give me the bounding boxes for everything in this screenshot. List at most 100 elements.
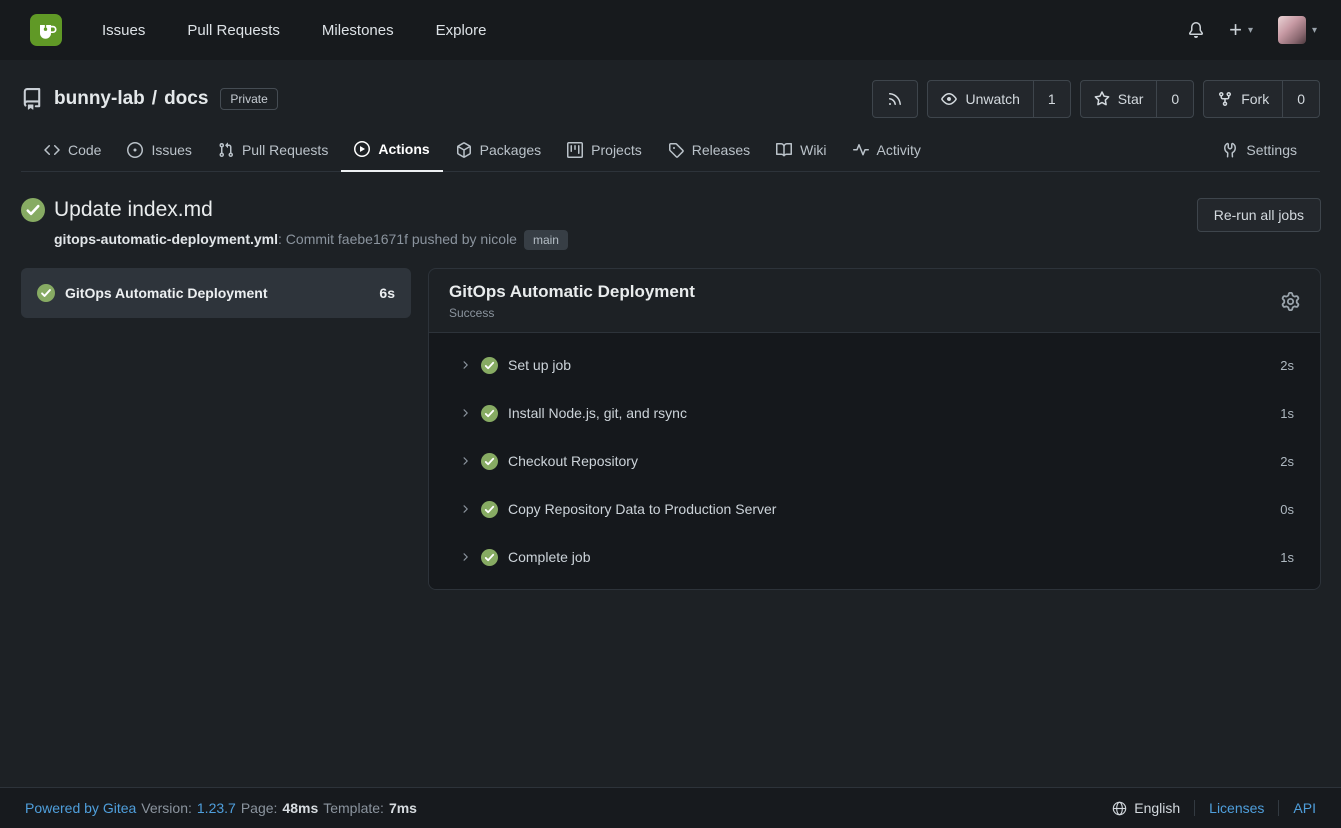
tab-label: Packages [480,142,541,158]
avatar [1278,16,1306,44]
gitea-logo[interactable] [30,14,102,46]
nav-explore[interactable]: Explore [436,22,487,39]
gear-icon[interactable] [1281,292,1300,311]
footer-right: English Licenses API [1112,800,1316,816]
workflow-file-link[interactable]: gitops-automatic-deployment.yml [54,231,278,247]
step-row[interactable]: Complete job 1s [429,533,1320,581]
repo-action-buttons: Unwatch 1 Star 0 Fork 0 [872,80,1320,118]
step-row[interactable]: Copy Repository Data to Production Serve… [429,485,1320,533]
issue-icon [127,142,143,158]
repo-header: bunny-lab / docs Private Unwatch 1 Star … [0,60,1341,172]
commit-prefix: : Commit [278,231,338,247]
chevron-down-icon: ▾ [1248,25,1253,36]
repo-name-link[interactable]: docs [164,88,208,110]
unwatch-button[interactable]: Unwatch 1 [927,80,1070,118]
success-check-icon [481,501,498,518]
chevron-right-icon [459,407,471,419]
star-count[interactable]: 0 [1156,81,1193,117]
tab-pull-requests[interactable]: Pull Requests [205,131,341,171]
tab-packages[interactable]: Packages [443,131,554,171]
template-time: 7ms [389,800,417,816]
project-icon [567,142,583,158]
step-name: Install Node.js, git, and rsync [508,405,1270,421]
create-new-dropdown[interactable]: + ▾ [1229,19,1253,41]
book-icon [776,142,792,158]
tools-icon [1222,142,1238,158]
branch-badge[interactable]: main [524,230,568,250]
repo-owner-link[interactable]: bunny-lab [54,88,145,110]
language-selector[interactable]: English [1112,800,1180,816]
footer-left: Powered by Gitea Version: 1.23.7 Page: 4… [25,800,417,816]
nav-pull-requests[interactable]: Pull Requests [187,22,280,39]
run-title-block: Update index.md gitops-automatic-deploym… [21,198,568,250]
pushed-by-text: pushed by nicole [408,231,517,247]
step-duration: 0s [1280,502,1294,517]
user-menu-dropdown[interactable]: ▾ [1278,16,1317,44]
package-icon [456,142,472,158]
tab-actions[interactable]: Actions [341,131,442,172]
job-status-text: Success [449,306,695,320]
tab-issues[interactable]: Issues [114,131,204,171]
nav-milestones[interactable]: Milestones [322,22,394,39]
tag-icon [668,142,684,158]
star-label: Star [1118,91,1144,107]
commit-sha[interactable]: faebe1671f [338,231,408,247]
success-check-icon [481,549,498,566]
powered-by-gitea-link[interactable]: Powered by Gitea [25,800,136,816]
notifications-bell-icon[interactable] [1188,22,1204,38]
tab-settings[interactable]: Settings [1209,131,1310,171]
rss-feed-button[interactable] [872,80,918,118]
tab-label: Actions [378,141,429,157]
chevron-down-icon: ▾ [1312,25,1317,36]
job-list: GitOps Automatic Deployment 6s [21,268,411,318]
repo-separator: / [152,88,157,110]
pulse-icon [853,142,869,158]
run-title: Update index.md [54,198,213,222]
nav-issues[interactable]: Issues [102,22,145,39]
tab-releases[interactable]: Releases [655,131,763,171]
job-detail-title: GitOps Automatic Deployment [449,282,695,302]
step-name: Copy Repository Data to Production Serve… [508,501,1270,517]
api-link[interactable]: API [1278,800,1316,816]
rerun-all-jobs-button[interactable]: Re-run all jobs [1197,198,1321,232]
tab-activity[interactable]: Activity [840,131,934,171]
step-list: Set up job 2s Install Node.js, git, and … [429,333,1320,589]
star-button[interactable]: Star 0 [1080,80,1194,118]
run-header: Update index.md gitops-automatic-deploym… [21,198,1321,250]
fork-button[interactable]: Fork 0 [1203,80,1320,118]
tab-wiki[interactable]: Wiki [763,131,839,171]
step-name: Checkout Repository [508,453,1270,469]
rss-icon [887,91,903,107]
success-check-icon [21,198,45,222]
step-row[interactable]: Set up job 2s [429,341,1320,389]
version-label: Version: [141,800,192,816]
tab-projects[interactable]: Projects [554,131,655,171]
gitea-logo-icon [30,14,62,46]
step-duration: 1s [1280,550,1294,565]
tab-label: Issues [151,142,191,158]
job-duration: 6s [379,285,395,301]
licenses-link[interactable]: Licenses [1194,800,1264,816]
watch-count[interactable]: 1 [1033,81,1070,117]
step-duration: 1s [1280,406,1294,421]
job-detail-panel: GitOps Automatic Deployment Success Set … [428,268,1321,590]
success-check-icon [481,357,498,374]
run-subtitle: gitops-automatic-deployment.yml: Commit … [54,230,568,250]
success-check-icon [481,405,498,422]
job-list-item[interactable]: GitOps Automatic Deployment 6s [21,268,411,318]
success-check-icon [481,453,498,470]
step-row[interactable]: Install Node.js, git, and rsync 1s [429,389,1320,437]
template-label: Template: [323,800,384,816]
chevron-right-icon [459,503,471,515]
step-row[interactable]: Checkout Repository 2s [429,437,1320,485]
tab-code[interactable]: Code [31,131,114,171]
fork-count[interactable]: 0 [1282,81,1319,117]
step-duration: 2s [1280,454,1294,469]
step-name: Set up job [508,357,1270,373]
repo-icon [21,88,43,110]
version-link[interactable]: 1.23.7 [197,800,236,816]
plus-icon: + [1229,19,1242,41]
repo-tabs: Code Issues Pull Requests Actions Packag… [21,131,1320,172]
step-name: Complete job [508,549,1270,565]
tab-label: Activity [877,142,921,158]
